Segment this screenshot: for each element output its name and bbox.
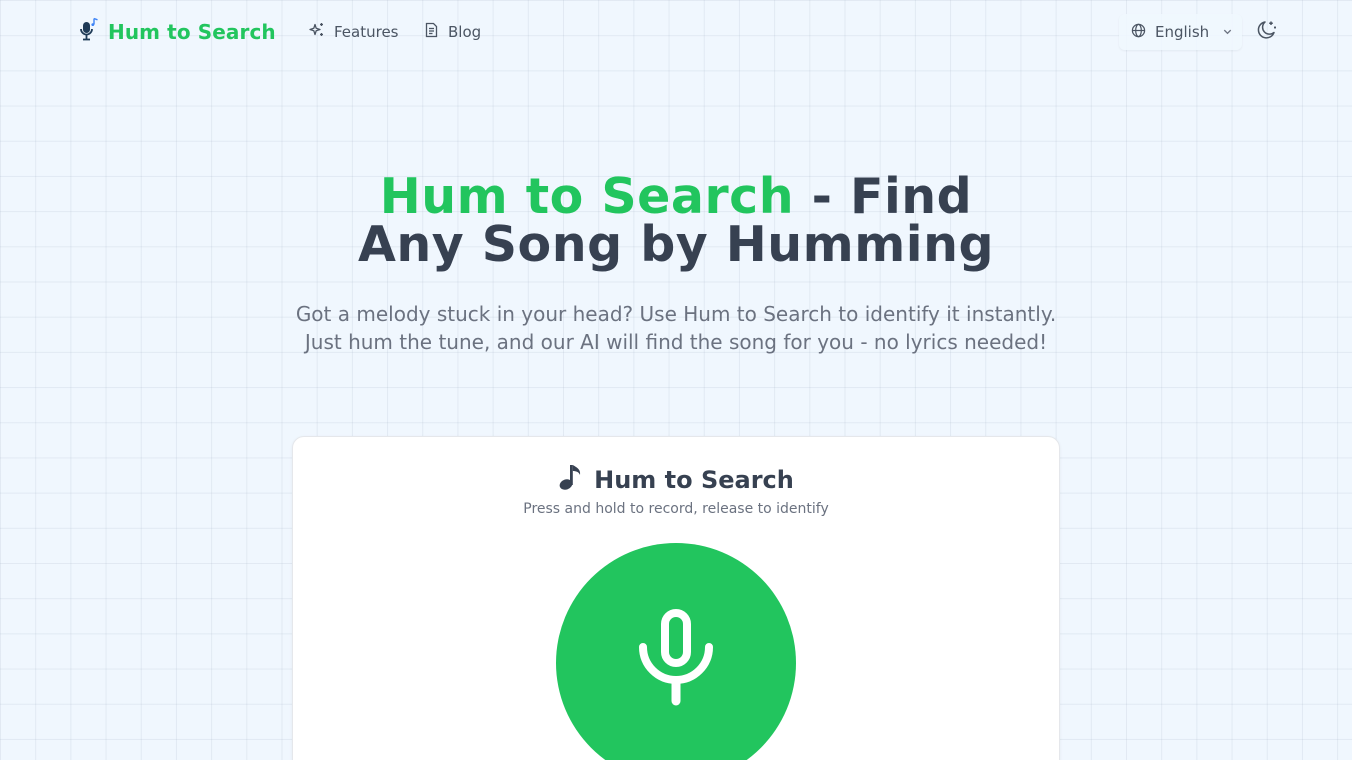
moon-icon bbox=[1256, 19, 1278, 45]
hero-title-line-2: Any Song by Humming bbox=[357, 216, 995, 273]
music-note-icon bbox=[558, 463, 584, 497]
language-label: English bbox=[1155, 23, 1210, 41]
sparkles-icon bbox=[309, 22, 325, 42]
navbar: Hum to Search Features Blog English bbox=[0, 0, 1352, 64]
recorder-instruction: Press and hold to record, release to ide… bbox=[523, 501, 829, 517]
hero-subtitle-line-2: Just hum the tune, and our AI will find … bbox=[304, 330, 1048, 354]
recorder-title-text: Hum to Search bbox=[594, 466, 794, 494]
hero-subtitle-line-1: Got a melody stuck in your head? Use Hum… bbox=[295, 302, 1057, 326]
nav-link-blog[interactable]: Blog bbox=[424, 20, 481, 44]
brand-logo-link[interactable]: Hum to Search bbox=[78, 16, 276, 48]
nav-link-blog-label: Blog bbox=[448, 23, 482, 41]
hero-subtitle: Got a melody stuck in your head? Use Hum… bbox=[0, 300, 1352, 356]
nav-link-features[interactable]: Features bbox=[309, 20, 399, 44]
language-selector[interactable]: English bbox=[1119, 14, 1242, 50]
chevron-down-icon bbox=[1222, 23, 1233, 41]
recorder-title: Hum to Search bbox=[293, 463, 1059, 497]
hero-title: Hum to Search - Find Any Song by Humming bbox=[0, 172, 1352, 273]
recorder-card: Hum to Search Press and hold to record, … bbox=[292, 436, 1060, 760]
nav-link-features-label: Features bbox=[334, 23, 399, 41]
microphone-logo-icon bbox=[78, 17, 100, 47]
hero-title-line-1: Hum to Search - Find bbox=[0, 172, 1352, 221]
globe-icon bbox=[1131, 23, 1146, 42]
microphone-icon bbox=[638, 609, 714, 711]
record-button[interactable] bbox=[556, 543, 796, 760]
theme-toggle-button[interactable] bbox=[1253, 18, 1281, 46]
document-icon bbox=[424, 22, 439, 42]
brand-name: Hum to Search bbox=[108, 20, 276, 44]
